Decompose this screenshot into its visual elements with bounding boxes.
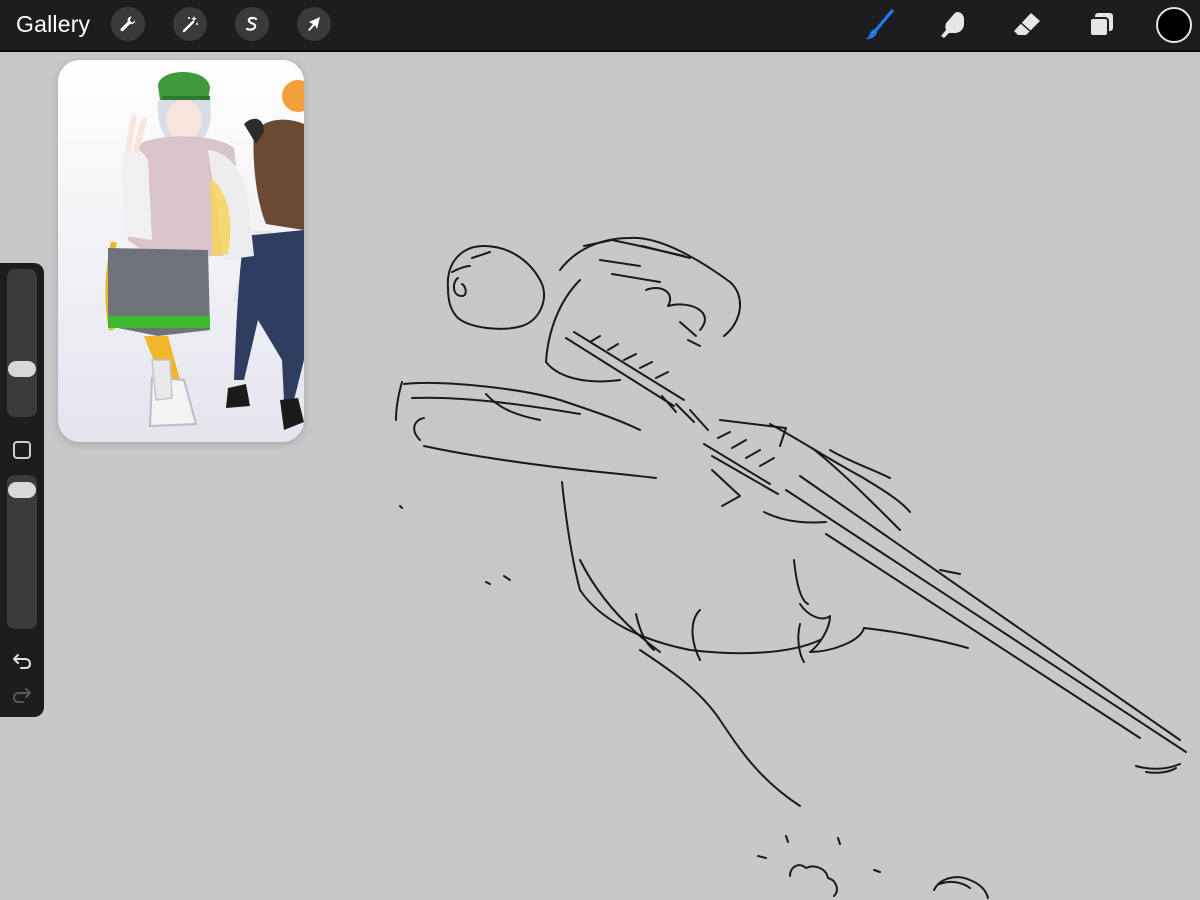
selection-s-icon — [245, 16, 258, 31]
opacity-slider[interactable] — [7, 475, 37, 629]
brush-icon — [865, 9, 894, 40]
top-toolbar: Gallery — [0, 0, 1200, 52]
actions-button[interactable] — [111, 7, 145, 41]
brush-tool-button[interactable] — [860, 6, 898, 44]
brush-sidebar — [0, 263, 44, 717]
wrench-icon — [120, 16, 136, 32]
opacity-thumb[interactable] — [8, 481, 36, 498]
undo-icon[interactable] — [11, 649, 33, 671]
magic-wand-icon — [182, 16, 198, 33]
layers-button[interactable] — [1082, 6, 1120, 44]
square-modify-icon[interactable] — [12, 440, 32, 460]
reference-window[interactable] — [58, 60, 304, 442]
eraser-tool-button[interactable] — [1008, 6, 1046, 44]
arrow-cursor-icon — [308, 17, 320, 31]
character-reference-image — [58, 60, 304, 442]
smudge-tool-button[interactable] — [934, 6, 972, 44]
eraser-icon — [1014, 13, 1040, 35]
brush-size-slider[interactable] — [7, 269, 37, 417]
transform-button[interactable] — [297, 7, 331, 41]
redo-icon[interactable] — [11, 683, 33, 705]
adjustments-button[interactable] — [173, 7, 207, 41]
gallery-button[interactable]: Gallery — [16, 10, 90, 38]
sketch-strokes — [395, 236, 1187, 899]
smudge-finger-icon — [941, 12, 964, 38]
brush-size-thumb[interactable] — [8, 361, 36, 378]
selection-button[interactable] — [235, 7, 269, 41]
layers-icon — [1089, 13, 1113, 37]
color-picker-button[interactable] — [1156, 7, 1192, 43]
